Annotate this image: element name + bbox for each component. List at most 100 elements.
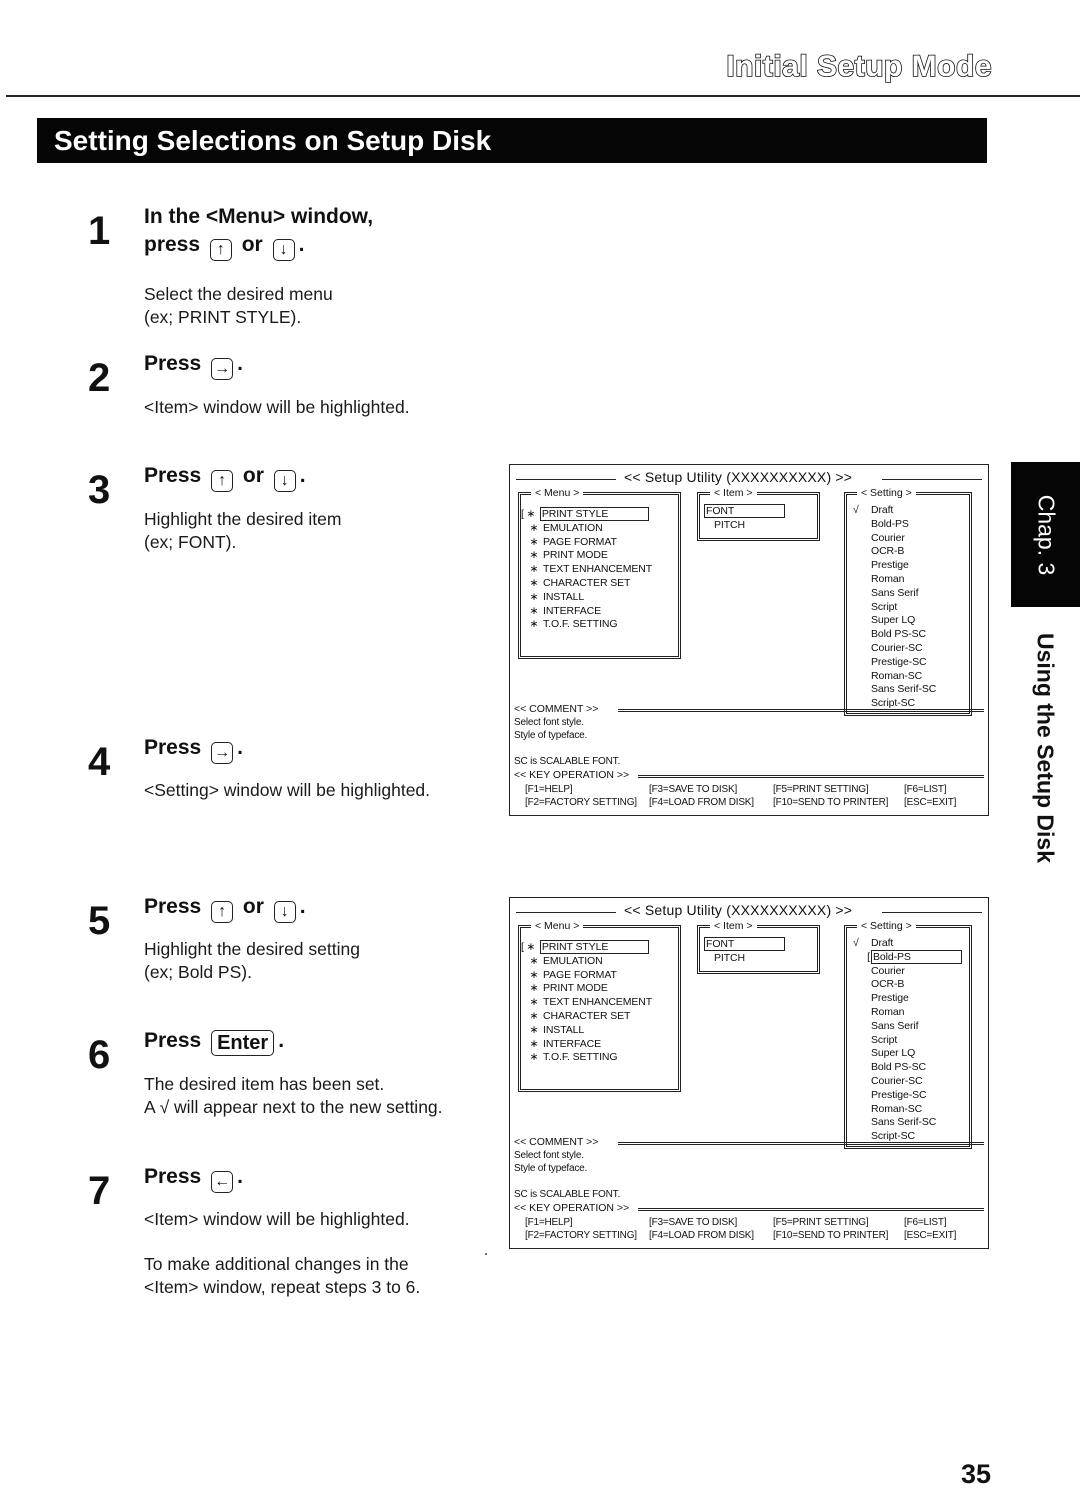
screen-title: << Setup Utility (XXXXXXXXXX) >> — [624, 469, 853, 485]
menu-window: < Menu > [∗ PRINT STYLE ∗ EMULATION ∗ PAGE FO… — [518, 920, 681, 1092]
setting-option-label: Script — [871, 1033, 898, 1046]
menu-item[interactable]: ∗ INSTALL — [527, 1024, 678, 1038]
setting-option[interactable]: Courier — [853, 532, 969, 546]
menu-list: [∗ PRINT STYLE ∗ EMULATION ∗ PAGE FORMAT ∗ PRIN… — [521, 940, 678, 1065]
step-description-line: <Item> window will be highlighted. — [144, 397, 410, 417]
menu-item[interactable]: ∗ EMULATION — [527, 955, 678, 969]
menu-item[interactable]: ∗ T.O.F. SETTING — [527, 1051, 678, 1065]
setting-option[interactable]: Super LQ — [853, 614, 969, 628]
key-help: [F1=HELP] — [525, 1217, 573, 1228]
menu-item[interactable]: ∗ TEXT ENHANCEMENT — [527, 563, 678, 577]
item-window: < Item > FONT PITCH — [697, 920, 820, 974]
setting-option[interactable]: OCR-B — [853, 545, 969, 559]
item-entry[interactable]: PITCH — [704, 519, 817, 533]
setting-option-label: Roman — [871, 1005, 905, 1018]
setting-option[interactable]: Courier — [853, 965, 969, 979]
setting-option[interactable]: Sans Serif-SC — [853, 683, 969, 697]
comment-header: << COMMENT >> — [514, 703, 984, 715]
asterisk-bullet-icon: ∗ — [529, 1023, 539, 1036]
menu-item[interactable]: ∗ CHARACTER SET — [527, 577, 678, 591]
step-note-line: <Item> window, repeat steps 3 to 6. — [144, 1277, 421, 1297]
step-description-line: <Item> window will be highlighted. — [144, 1209, 410, 1229]
menu-item[interactable]: ∗ EMULATION — [527, 522, 678, 536]
setting-window: < Setting > √ Draft[Bold-PS Courier OCR-B Pr… — [844, 920, 972, 1149]
item-list: FONT PITCH — [704, 937, 817, 966]
setting-option[interactable]: Roman-SC — [853, 670, 969, 684]
setting-option[interactable]: Courier-SC — [853, 1075, 969, 1089]
setting-option[interactable]: Super LQ — [853, 1047, 969, 1061]
menu-item-label: T.O.F. SETTING — [543, 618, 618, 631]
menu-item[interactable]: ∗ CHARACTER SET — [527, 1010, 678, 1024]
item-window: < Item > FONT PITCH — [697, 487, 820, 541]
left-arrow-key-icon: ← — [211, 1171, 234, 1193]
key-exit: [ESC=EXIT] — [904, 797, 957, 808]
setting-option[interactable]: Sans Serif — [853, 1020, 969, 1034]
menu-item-label: EMULATION — [543, 521, 603, 534]
setting-option[interactable]: Courier-SC — [853, 642, 969, 656]
setting-option[interactable]: Prestige-SC — [853, 656, 969, 670]
chapter-tab: Chap. 3 — [1011, 462, 1080, 607]
setting-option[interactable]: OCR-B — [853, 978, 969, 992]
setting-option-label: Bold-PS — [871, 517, 909, 530]
menu-item[interactable]: ∗ PRINT MODE — [527, 982, 678, 996]
setting-option-label: Roman — [871, 572, 905, 585]
setting-option[interactable]: Script — [853, 601, 969, 615]
menu-item[interactable]: ∗ PRINT MODE — [527, 549, 678, 563]
asterisk-bullet-icon: ∗ — [529, 618, 539, 631]
menu-item[interactable]: ∗ INTERFACE — [527, 605, 678, 619]
up-arrow-key-icon: ↑ — [209, 239, 232, 261]
item-entry[interactable]: PITCH — [704, 952, 817, 966]
comment-line: SC is SCALABLE FONT. — [514, 756, 621, 767]
setting-option[interactable]: Bold PS-SC — [853, 1061, 969, 1075]
menu-item-label: INTERFACE — [543, 1037, 602, 1050]
step-description-line: The desired item has been set. — [144, 1074, 385, 1094]
asterisk-bullet-icon: ∗ — [529, 604, 539, 617]
comment-text: Select font style. Style of typeface. SC… — [514, 716, 620, 768]
asterisk-bullet-icon: ∗ — [526, 508, 536, 520]
setting-option[interactable]: Roman-SC — [853, 1103, 969, 1117]
comment-label: << COMMENT >> — [514, 703, 599, 715]
setting-option[interactable]: Prestige — [853, 992, 969, 1006]
menu-item[interactable]: ∗ INTERFACE — [527, 1038, 678, 1052]
step-heading-prefix: Press — [144, 1165, 202, 1188]
setting-option[interactable]: Roman — [853, 1006, 969, 1020]
setting-option[interactable]: Script — [853, 1034, 969, 1048]
setting-option[interactable]: Sans Serif-SC — [853, 1116, 969, 1130]
step-heading-prefix: Press — [144, 352, 202, 375]
step-heading: In the <Menu> window, press ↑ or ↓. — [144, 203, 373, 261]
setting-option-label: Super LQ — [871, 614, 916, 627]
setting-option[interactable]: Prestige-SC — [853, 1089, 969, 1103]
menu-item[interactable]: ∗ T.O.F. SETTING — [527, 618, 678, 632]
menu-item[interactable]: ∗ INSTALL — [527, 591, 678, 605]
step-number: 5 — [88, 899, 111, 943]
step-number: 4 — [88, 740, 111, 784]
setting-option-label: Super LQ — [871, 1047, 916, 1060]
asterisk-bullet-icon: ∗ — [529, 563, 539, 576]
setting-option[interactable]: [Bold-PS — [853, 949, 969, 965]
setting-option[interactable]: Bold PS-SC — [853, 628, 969, 642]
step-heading: Press Enter. — [144, 1029, 285, 1056]
menu-item[interactable]: ∗ TEXT ENHANCEMENT — [527, 996, 678, 1010]
setting-option[interactable]: Sans Serif — [853, 587, 969, 601]
setting-option[interactable]: √ Draft — [853, 937, 969, 951]
screen-title-bar: << Setup Utility (XXXXXXXXXX) >> — [516, 902, 982, 919]
menu-item[interactable]: [∗ PRINT STYLE — [521, 507, 678, 522]
menu-item-label: TEXT ENHANCEMENT — [543, 563, 653, 576]
setting-option[interactable]: √ Draft — [853, 504, 969, 518]
setting-option-label: Courier — [871, 531, 905, 544]
step-number: 2 — [88, 356, 111, 400]
asterisk-bullet-icon: ∗ — [529, 996, 539, 1009]
setting-option[interactable]: Bold-PS — [853, 518, 969, 532]
menu-item[interactable]: ∗ PAGE FORMAT — [527, 969, 678, 983]
menu-item-label: EMULATION — [543, 954, 603, 967]
menu-item[interactable]: ∗ PAGE FORMAT — [527, 536, 678, 550]
menu-item[interactable]: [∗ PRINT STYLE — [521, 940, 678, 955]
setting-option-label: Script — [871, 600, 898, 613]
item-entry[interactable]: FONT — [704, 937, 817, 952]
menu-item-label: INSTALL — [543, 1023, 585, 1036]
setting-option[interactable]: Roman — [853, 573, 969, 587]
comment-text: Select font style. Style of typeface. SC… — [514, 1149, 620, 1201]
menu-item-label: CHARACTER SET — [543, 1009, 631, 1022]
setting-option[interactable]: Prestige — [853, 559, 969, 573]
item-entry[interactable]: FONT — [704, 504, 817, 519]
